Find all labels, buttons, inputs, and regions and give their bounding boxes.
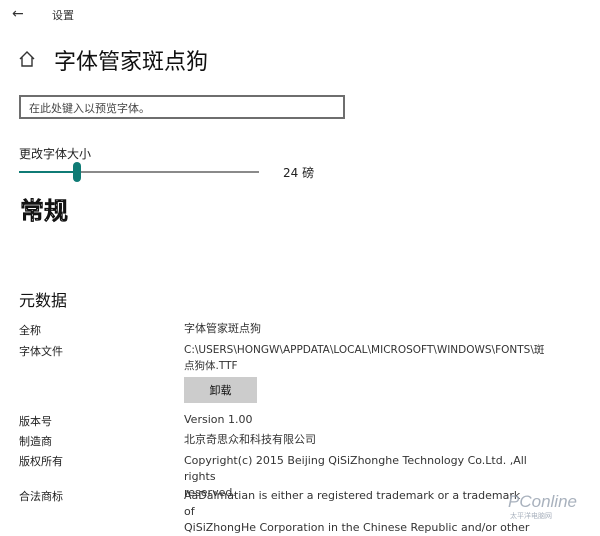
font-size-slider[interactable] <box>19 162 259 182</box>
title-bar: ← 设置 <box>0 0 600 30</box>
copyright-line1: Copyright(c) 2015 Beijing QiSiZhonghe Te… <box>184 454 527 483</box>
copyright-label: 版权所有 <box>19 455 63 468</box>
full-name-label: 全称 <box>19 324 41 337</box>
font-preview-text: 常规 <box>20 197 68 225</box>
uninstall-button[interactable]: 卸载 <box>184 377 257 403</box>
manufacturer-label: 制造商 <box>19 435 52 448</box>
watermark-logo: PConline <box>508 492 577 511</box>
trademark-line1: AaDalmatian is either a registered trade… <box>184 489 521 518</box>
full-name-value: 字体管家斑点狗 <box>184 322 261 335</box>
version-label: 版本号 <box>19 415 52 428</box>
watermark-subtitle: 太平洋电脑网 <box>510 512 552 520</box>
font-file-label: 字体文件 <box>19 345 63 358</box>
manufacturer-value: 北京奇思众和科技有限公司 <box>184 433 316 446</box>
font-preview-input-box[interactable] <box>19 95 345 119</box>
slider-track-fill <box>19 171 77 173</box>
page-title: 字体管家斑点狗 <box>54 50 209 75</box>
home-icon <box>19 51 35 67</box>
font-size-label: 更改字体大小 <box>19 147 92 161</box>
font-size-value: 24 磅 <box>283 166 315 180</box>
metadata-section-title: 元数据 <box>19 291 68 310</box>
trademark-line2: QiSiZhongHe Corporation in the Chinese R… <box>184 521 530 534</box>
font-file-path-line1: C:\USERS\HONGW\APPDATA\LOCAL\MICROSOFT\W… <box>184 344 545 356</box>
pconline-watermark: PConline 太平洋电脑网 <box>508 493 596 523</box>
font-preview-input[interactable] <box>21 98 343 119</box>
slider-thumb[interactable] <box>72 162 81 182</box>
trademark-value: AaDalmatian is either a registered trade… <box>184 488 534 536</box>
back-arrow-icon[interactable]: ← <box>12 6 24 22</box>
font-file-path-line2: 点狗体.TTF <box>184 360 238 372</box>
font-file-value: C:\USERS\HONGW\APPDATA\LOCAL\MICROSOFT\W… <box>184 342 545 374</box>
window-title: 设置 <box>52 9 74 22</box>
trademark-label: 合法商标 <box>19 490 63 503</box>
font-preview-sample: 常规 <box>20 197 68 225</box>
version-value: Version 1.00 <box>184 413 253 426</box>
